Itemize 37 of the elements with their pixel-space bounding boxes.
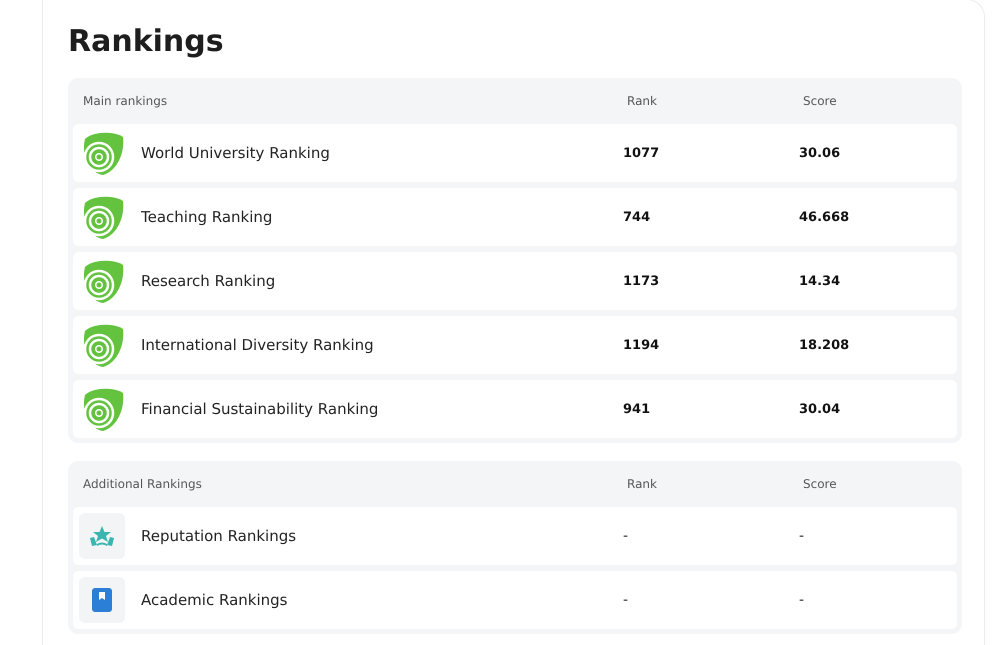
rank-value: 1194 bbox=[623, 338, 660, 352]
stars-icon bbox=[79, 513, 125, 559]
score-value: 18.208 bbox=[799, 338, 850, 352]
ranking-row[interactable]: Research Ranking 1173 14.34 bbox=[73, 252, 957, 310]
column-header: Score bbox=[803, 477, 838, 491]
column-header: Rank bbox=[627, 477, 658, 491]
ranking-row[interactable]: International Diversity Ranking 1194 18.208 bbox=[73, 316, 957, 374]
column-header: Main rankings bbox=[83, 94, 168, 108]
ranking-name: Academic Rankings bbox=[141, 591, 288, 609]
column-header: Score bbox=[803, 94, 838, 108]
ranking-row[interactable]: Financial Sustainability Ranking 941 30.04 bbox=[73, 380, 957, 438]
ranking-row[interactable]: Reputation Rankings - - bbox=[73, 507, 957, 565]
ranking-name: International Diversity Ranking bbox=[141, 336, 375, 354]
rank-value: - bbox=[623, 528, 630, 544]
score-value: - bbox=[799, 592, 806, 608]
ranking-row[interactable]: Teaching Ranking 744 46.668 bbox=[73, 188, 957, 246]
column-header: Rank bbox=[627, 94, 658, 108]
score-value: 30.04 bbox=[799, 402, 842, 416]
rank-value: 1077 bbox=[623, 146, 660, 160]
ranking-name: Research Ranking bbox=[141, 272, 276, 290]
ranking-name: Financial Sustainability Ranking bbox=[141, 400, 380, 418]
ranking-name: Teaching Ranking bbox=[141, 208, 274, 226]
rank-value: 941 bbox=[623, 402, 652, 416]
ranking-name: Reputation Rankings bbox=[141, 527, 298, 545]
score-value: - bbox=[799, 528, 806, 544]
ranking-row[interactable]: Academic Rankings - - bbox=[73, 571, 957, 629]
score-value: 30.06 bbox=[799, 146, 842, 160]
score-value: 46.668 bbox=[799, 210, 850, 224]
rank-value: 1173 bbox=[623, 274, 660, 288]
page-title: Rankings bbox=[68, 23, 225, 61]
ranking-row[interactable]: World University Ranking 1077 30.06 bbox=[73, 124, 957, 182]
rank-value: - bbox=[623, 592, 630, 608]
ranking-name: World University Ranking bbox=[141, 144, 331, 162]
score-value: 14.34 bbox=[799, 274, 842, 288]
rank-value: 744 bbox=[623, 210, 652, 224]
column-header: Additional Rankings bbox=[83, 477, 203, 491]
book-icon bbox=[79, 577, 125, 623]
